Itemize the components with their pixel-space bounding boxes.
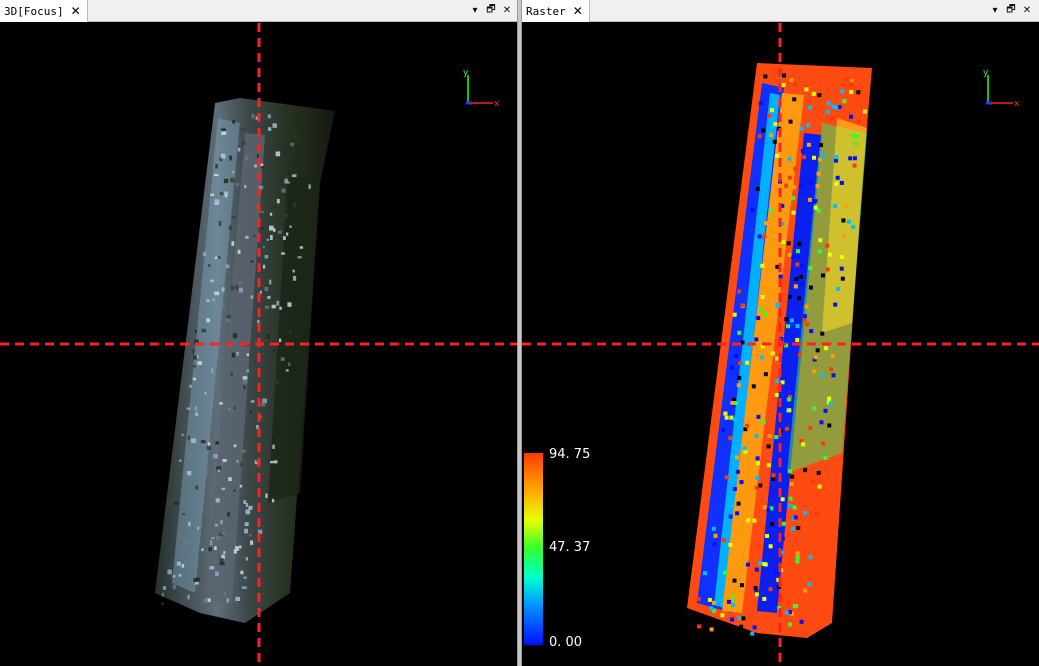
- tab-close-icon[interactable]: ✕: [71, 5, 81, 17]
- point-cloud-viewport[interactable]: y x: [0, 23, 517, 666]
- raster-view-panel[interactable]: Raster ✕ ▾ 🗗 ✕ y x 94. 75 47. 37 0. 00: [522, 0, 1039, 666]
- point-cloud-render: y x: [0, 23, 517, 666]
- legend-max-label: 94. 75: [549, 447, 591, 462]
- dropdown-arrow-icon[interactable]: ▾: [468, 3, 482, 17]
- float-window-icon[interactable]: 🗗: [484, 3, 498, 17]
- axis-x-label: x: [494, 99, 500, 109]
- axis-indicator: y x: [983, 68, 1020, 109]
- color-ramp: [524, 453, 543, 645]
- 3d-view-panel[interactable]: 3D[Focus] ✕ ▾ 🗗 ✕ y x: [0, 0, 517, 666]
- float-window-icon[interactable]: 🗗: [1004, 3, 1018, 17]
- tab-close-icon[interactable]: ✕: [573, 5, 583, 17]
- axis-x-label: x: [1014, 99, 1020, 109]
- tab-label: Raster: [526, 4, 566, 18]
- tab-label: 3D[Focus]: [4, 4, 64, 18]
- 3d-view-titlebar: 3D[Focus] ✕ ▾ 🗗 ✕: [0, 0, 517, 22]
- close-panel-icon[interactable]: ✕: [1020, 3, 1034, 17]
- axis-y-label: y: [463, 68, 469, 78]
- tab-raster[interactable]: Raster ✕: [522, 0, 590, 22]
- axis-indicator: y x: [463, 68, 500, 109]
- raster-view-titlebar: Raster ✕ ▾ 🗗 ✕: [522, 0, 1039, 22]
- color-legend: 94. 75 47. 37 0. 00: [522, 447, 592, 651]
- close-panel-icon[interactable]: ✕: [500, 3, 514, 17]
- legend-mid-label: 47. 37: [549, 540, 591, 555]
- raster-viewport[interactable]: y x 94. 75 47. 37 0. 00: [522, 23, 1039, 666]
- dropdown-arrow-icon[interactable]: ▾: [988, 3, 1002, 17]
- axis-y-label: y: [983, 68, 989, 78]
- raster-render: y x: [522, 23, 1039, 666]
- tab-3d-focus[interactable]: 3D[Focus] ✕: [0, 0, 88, 22]
- legend-min-label: 0. 00: [549, 635, 583, 650]
